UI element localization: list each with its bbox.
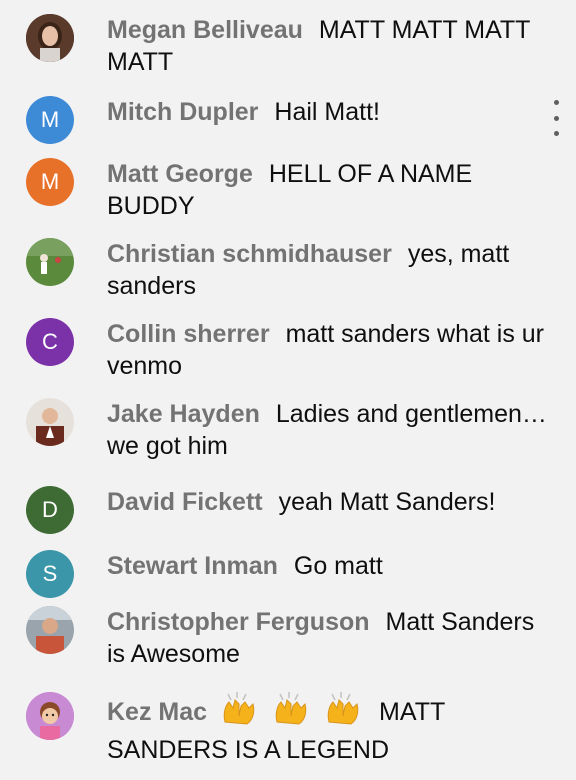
- avatar[interactable]: M: [26, 96, 74, 144]
- menu-dot: [553, 131, 559, 136]
- author-name[interactable]: David Fickett: [107, 488, 263, 516]
- author-name[interactable]: Jake Hayden: [107, 400, 260, 428]
- avatar-letter: S: [42, 561, 58, 586]
- field-photo-icon[interactable]: [26, 238, 74, 286]
- author-name[interactable]: Mitch Dupler: [107, 98, 258, 126]
- menu-dot: [553, 115, 559, 121]
- avatar[interactable]: S: [26, 550, 74, 598]
- avatar-letter: D: [42, 497, 58, 522]
- more-vert-icon[interactable]: [546, 100, 566, 136]
- author-name[interactable]: Collin sherrer: [107, 320, 270, 348]
- author-name[interactable]: Christian schmidhauser: [107, 240, 392, 268]
- message-text: Hail Matt!: [274, 98, 380, 126]
- cartoon-avatar-icon[interactable]: [26, 692, 74, 740]
- person-stadium-photo-icon[interactable]: [26, 606, 74, 654]
- raising-hands-emoji: [321, 692, 369, 734]
- raising-hands-emoji: [217, 692, 265, 734]
- avatar[interactable]: M: [26, 158, 74, 206]
- avatar-letter: M: [40, 169, 60, 194]
- author-name[interactable]: Kez Mac: [107, 698, 207, 726]
- avatar-letter: M: [40, 107, 60, 132]
- person-suit-photo-icon[interactable]: [26, 398, 74, 446]
- author-name[interactable]: Christopher Ferguson: [107, 608, 370, 636]
- menu-dot: [553, 100, 559, 105]
- author-name[interactable]: Stewart Inman: [107, 552, 278, 580]
- message-text: Go matt: [293, 552, 383, 580]
- avatar-letter: C: [42, 329, 58, 354]
- avatar[interactable]: D: [26, 486, 74, 534]
- raising-hands-emoji: [269, 692, 317, 734]
- live-chat-list: Megan Belliveau MATT MATT MATT MATT M Mit…: [0, 0, 576, 780]
- message-text: yeah Matt Sanders!: [278, 488, 496, 516]
- author-name[interactable]: Megan Belliveau: [107, 16, 303, 44]
- avatar[interactable]: C: [26, 318, 74, 366]
- author-name[interactable]: Matt George: [107, 160, 253, 188]
- person-photo-icon[interactable]: [26, 14, 74, 62]
